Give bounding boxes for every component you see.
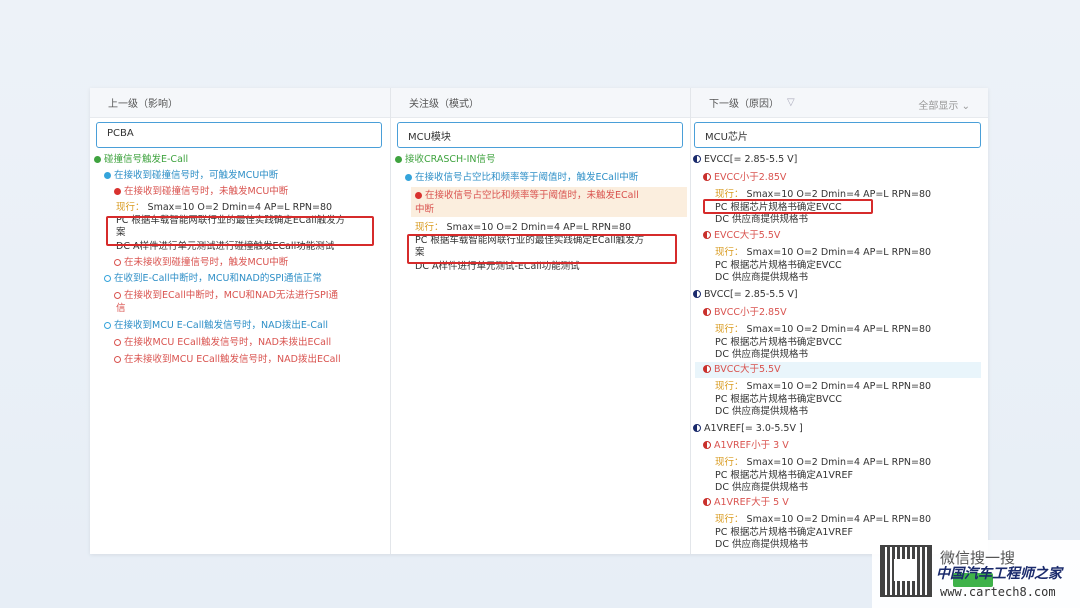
lower-level-search-input[interactable]: MCU芯片 [694, 122, 981, 148]
tree-node-failure[interactable]: 在接收MCU ECall触发信号时，NAD未拨出ECall [114, 337, 331, 349]
prevention-control-text: PC 根据芯片规格书确定A1VREF [715, 527, 853, 538]
tree-node-cause[interactable]: EVCC小于2.85V [703, 172, 786, 184]
focus-level-search-input[interactable]: MCU模块 [397, 122, 683, 148]
half-circle-icon [703, 231, 711, 239]
qr-code-center [894, 559, 916, 581]
tree-node-function[interactable]: 接收CRASCH-IN信号 [395, 154, 496, 166]
node-ring-icon [104, 321, 111, 329]
tree-node-failure[interactable]: 在接收到碰撞信号时，未触发MCU中断 [114, 186, 288, 198]
node-dot-icon [415, 191, 422, 199]
current-controls-rating: 现行： Smax=10 O=2 Dmin=4 AP=L RPN=80 [715, 247, 932, 258]
half-circle-icon [693, 155, 701, 163]
tree-node-failure[interactable]: 在接收信号占空比和频率等于阈值时，未触发ECall [415, 190, 639, 202]
node-ring-icon [114, 338, 121, 346]
tree-node-function[interactable]: 碰撞信号触发E-Call [94, 154, 188, 166]
node-dot-icon [405, 173, 412, 181]
tree-node-characteristic[interactable]: BVCC[= 2.85-5.5 V] [693, 289, 798, 301]
upper-level-column: 上一级（影响） PCBA 碰撞信号触发E-Call 在接收到碰撞信号时，可触发M… [90, 88, 390, 554]
prevention-control-text: PC 根据芯片规格书确定BVCC [715, 394, 842, 405]
node-ring-icon [114, 258, 121, 266]
prevention-control-text: PC 根据芯片规格书确定BVCC [715, 337, 842, 348]
highlight-box [106, 216, 374, 246]
current-controls-rating: 现行： Smax=10 O=2 Dmin=4 AP=L RPN=80 [715, 514, 932, 525]
tree-node-requirement[interactable]: 在接收到碰撞信号时，可触发MCU中断 [104, 170, 278, 182]
detection-control-text: DC 供应商提供规格书 [715, 406, 808, 417]
detection-control-text: DC 供应商提供规格书 [715, 272, 808, 283]
half-circle-icon [703, 498, 711, 506]
prevention-control-text: PC 根据芯片规格书确定A1VREF [715, 470, 853, 481]
half-circle-icon [703, 441, 711, 449]
node-ring-icon [114, 355, 121, 363]
tree-node-cause[interactable]: A1VREF大于 5 V [703, 497, 789, 509]
focus-level-column: 关注级（模式） MCU模块 接收CRASCH-IN信号 在接收信号占空比和频率等… [390, 88, 690, 554]
prevention-control-text: PC 根据芯片规格书确定EVCC [715, 260, 842, 271]
half-circle-icon [703, 173, 711, 181]
chevron-down-icon: ⌄ [961, 101, 970, 112]
tree-node-cause[interactable]: A1VREF小于 3 V [703, 440, 789, 452]
tree-node-requirement[interactable]: 在收到E-Call中断时，MCU和NAD的SPI通信正常 [104, 273, 322, 285]
detection-control-text: DC 供应商提供规格书 [715, 482, 808, 493]
fmea-structure-panel: 上一级（影响） PCBA 碰撞信号触发E-Call 在接收到碰撞信号时，可触发M… [90, 88, 988, 554]
watermark-url: www.cartech8.com [940, 585, 1056, 599]
current-controls-rating: 现行： Smax=10 O=2 Dmin=4 AP=L RPN=80 [415, 222, 632, 233]
current-controls-rating: 现行： Smax=10 O=2 Dmin=4 AP=L RPN=80 [715, 324, 932, 335]
watermark-brand: 中国汽车工程师之家 [936, 566, 1062, 582]
current-controls-rating: 现行： Smax=10 O=2 Dmin=4 AP=L RPN=80 [715, 457, 932, 468]
detection-control-text: DC 供应商提供规格书 [715, 539, 808, 550]
filter-icon[interactable]: ▽ [787, 97, 795, 108]
lower-level-header-label: 下一级（原因） [709, 99, 779, 110]
detection-control-text: DC 供应商提供规格书 [715, 349, 808, 360]
tree-node-failure-cont: 信 [116, 303, 126, 314]
half-circle-icon [693, 290, 701, 298]
node-dot-icon [395, 155, 402, 163]
current-controls-rating: 现行： Smax=10 O=2 Dmin=4 AP=L RPN=80 [715, 381, 932, 392]
current-controls-rating: 现行： Smax=10 O=2 Dmin=4 AP=L RPN=80 [116, 202, 333, 213]
tree-node-failure[interactable]: 在接收到ECall中断时，MCU和NAD无法进行SPI通 [114, 290, 338, 302]
tree-node-cause[interactable]: EVCC大于5.5V [703, 230, 780, 242]
lower-level-header: 下一级（原因） ▽ 全部显示 ⌄ [691, 88, 988, 118]
node-dot-icon [114, 187, 121, 195]
show-all-dropdown[interactable]: 全部显示 ⌄ [918, 97, 970, 112]
node-ring-icon [114, 291, 121, 299]
tree-node-failure[interactable]: 在未接收到MCU ECall触发信号时，NAD拨出ECall [114, 354, 341, 366]
tree-node-characteristic[interactable]: A1VREF[= 3.0-5.5V ] [693, 423, 803, 435]
node-dot-icon [104, 171, 111, 179]
node-ring-icon [104, 274, 111, 282]
highlight-box [407, 234, 677, 264]
highlight-box [703, 199, 873, 214]
half-circle-icon [703, 308, 711, 316]
upper-level-search-input[interactable]: PCBA [96, 122, 382, 148]
focus-level-header: 关注级（模式） [391, 88, 690, 118]
tree-node-requirement[interactable]: 在接收信号占空比和频率等于阈值时，触发ECall中断 [405, 172, 638, 184]
tree-node-cause[interactable]: BVCC小于2.85V [703, 307, 787, 319]
tree-node-requirement[interactable]: 在接收到MCU E-Call触发信号时，NAD拨出E-Call [104, 320, 328, 332]
tree-node-failure[interactable]: 在未接收到碰撞信号时，触发MCU中断 [114, 257, 288, 269]
upper-level-header: 上一级（影响） [90, 88, 390, 118]
half-circle-icon [693, 424, 701, 432]
tree-node-failure-cont: 中断 [415, 204, 435, 215]
node-dot-icon [94, 155, 101, 163]
lower-level-column: 下一级（原因） ▽ 全部显示 ⌄ MCU芯片 EVCC[= 2.85-5.5 V… [690, 88, 988, 554]
focus-level-header-label: 关注级（模式） [409, 99, 479, 110]
detection-control-text: DC 供应商提供规格书 [715, 214, 808, 225]
tree-node-characteristic[interactable]: EVCC[= 2.85-5.5 V] [693, 154, 797, 166]
upper-level-header-label: 上一级（影响） [108, 99, 178, 110]
half-circle-icon [703, 365, 711, 373]
tree-node-cause[interactable]: BVCC大于5.5V [703, 364, 781, 376]
